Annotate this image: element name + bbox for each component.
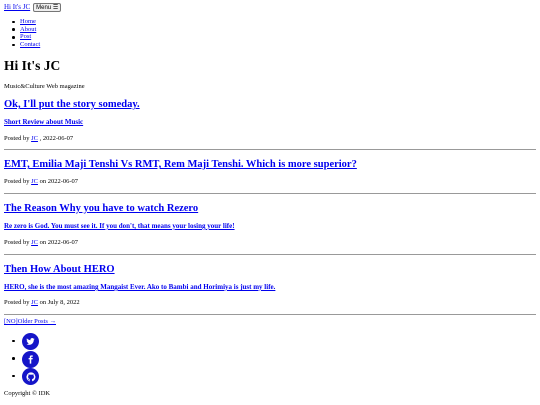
posted-by-label: Posted by: [4, 135, 32, 142]
post-meta-2: Posted by JC on 2022-06-07: [4, 178, 78, 186]
nav-link-contact[interactable]: Contact: [20, 41, 40, 48]
post-meta-1: Posted by JC , 2022-06-07: [4, 135, 73, 143]
nav-item-post: Post: [11, 33, 40, 41]
post-subtitle-3: Re zero is God. You must see it. If you …: [4, 222, 235, 231]
brand-link[interactable]: Hi It's JC: [4, 3, 30, 12]
post-date: , 2022-06-07: [37, 135, 74, 142]
pager: [NO]Older Posts →: [4, 318, 56, 326]
post-meta-4: Posted by JC on July 8, 2022: [4, 299, 80, 307]
facebook-icon[interactable]: [22, 350, 39, 368]
top-navbar: Hi It's JC Menu ☰: [4, 3, 62, 12]
post-title-link-2[interactable]: EMT, Emilia Maji Tenshi Vs RMT, Rem Maji…: [4, 159, 357, 170]
post-divider: [4, 149, 536, 150]
site-tagline: Music&Culture Web magazine: [4, 83, 85, 90]
nav-item-contact: Contact: [11, 41, 40, 49]
post-title-4: Then How About HERO: [4, 263, 115, 276]
older-posts-link[interactable]: [NO]Older Posts →: [4, 318, 56, 325]
post-subtitle-link-4[interactable]: HERO, she is the most amazing Mangaist E…: [4, 283, 275, 291]
nav-item-home: Home: [11, 18, 40, 26]
post-title-3: The Reason Why you have to watch Rezero: [4, 202, 198, 215]
post-date: on 2022-06-07: [37, 239, 79, 246]
github-icon[interactable]: [22, 368, 39, 385]
nav-item-about: About: [11, 26, 40, 34]
post-meta-3: Posted by JC on 2022-06-07: [4, 239, 78, 247]
post-date: on July 8, 2022: [37, 299, 80, 306]
post-title-1: Ok, I'll put the story someday.: [4, 98, 140, 111]
post-divider: [4, 254, 536, 255]
post-subtitle-link-1[interactable]: Short Review about Music: [4, 118, 83, 126]
menu-toggle-button[interactable]: Menu ☰: [33, 3, 62, 12]
post-title-link-3[interactable]: The Reason Why you have to watch Rezero: [4, 203, 198, 214]
post-subtitle-1: Short Review about Music: [4, 118, 83, 127]
post-subtitle-4: HERO, she is the most amazing Mangaist E…: [4, 283, 275, 292]
author-link[interactable]: JC: [31, 178, 38, 185]
post-subtitle-link-3[interactable]: Re zero is God. You must see it. If you …: [4, 222, 235, 230]
site-title: Hi It's JC: [4, 58, 61, 73]
author-link[interactable]: JC: [31, 135, 38, 142]
nav-link-home[interactable]: Home: [20, 18, 36, 25]
post-title-2: EMT, Emilia Maji Tenshi Vs RMT, Rem Maji…: [4, 158, 357, 171]
twitter-icon[interactable]: [22, 333, 39, 350]
nav-link-about[interactable]: About: [20, 26, 36, 33]
post-title-link-4[interactable]: Then How About HERO: [4, 264, 115, 275]
author-link[interactable]: JC: [31, 299, 38, 306]
post-divider: [4, 193, 536, 194]
author-link[interactable]: JC: [31, 239, 38, 246]
posted-by-label: Posted by: [4, 299, 32, 306]
copyright-text: Copyright © IDK: [4, 390, 51, 397]
posted-by-label: Posted by: [4, 178, 32, 185]
post-date: on 2022-06-07: [37, 178, 79, 185]
posted-by-label: Posted by: [4, 239, 32, 246]
nav-link-post[interactable]: Post: [20, 33, 31, 40]
post-title-link-1[interactable]: Ok, I'll put the story someday.: [4, 99, 140, 110]
post-divider: [4, 314, 536, 315]
nav-menu: Home About Post Contact: [11, 18, 40, 49]
